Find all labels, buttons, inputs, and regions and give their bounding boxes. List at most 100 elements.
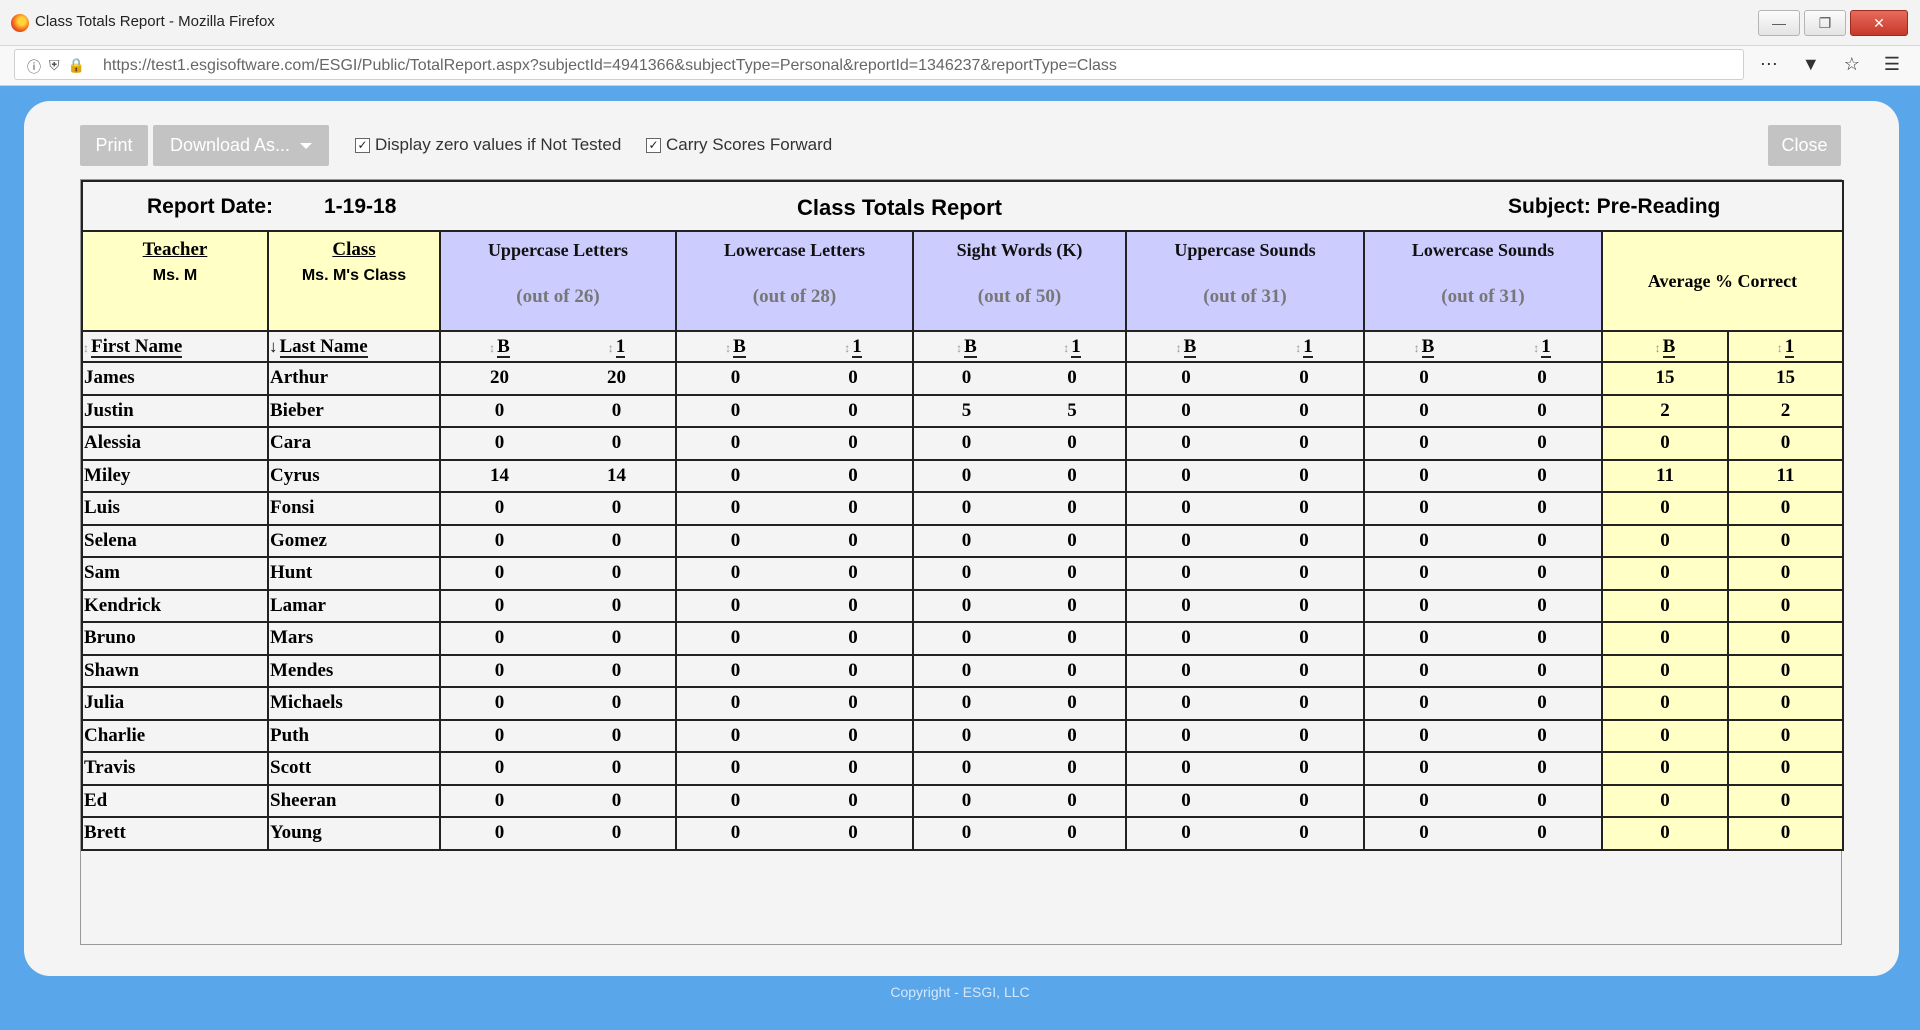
test-header-0: Uppercase Letters (out of 26): [439, 230, 677, 332]
carry-forward-checkbox[interactable]: ✓ Carry Scores Forward: [646, 135, 832, 155]
download-as-button[interactable]: Download As...: [153, 125, 329, 166]
score-cell: 0: [1363, 491, 1483, 526]
bookmark-star-icon[interactable]: ☆: [1844, 54, 1860, 75]
col-b-header[interactable]: ↕ B: [912, 330, 1019, 363]
col-1-label[interactable]: 1: [615, 337, 626, 358]
score-cell: 0: [1245, 751, 1365, 786]
col-b-header[interactable]: ↕ B: [1363, 330, 1483, 363]
score-cell: 0: [1483, 783, 1603, 818]
last-name-cell: Michaels: [267, 686, 441, 721]
lock-icon[interactable]: 🔒: [68, 57, 85, 77]
zero-values-label: Display zero values if Not Tested: [375, 135, 622, 154]
checkbox-checked-icon[interactable]: ✓: [355, 137, 370, 153]
print-button[interactable]: Print: [80, 125, 148, 166]
score-cell: 14: [558, 458, 677, 493]
avg-col-b-header[interactable]: ↕ B: [1601, 330, 1729, 363]
score-cell: 0: [1125, 816, 1245, 851]
download-label: Download As...: [169, 135, 291, 155]
report-date: 1-19-18: [324, 195, 397, 218]
first-name-cell: Kendrick: [81, 588, 269, 623]
table-row: Bruno Mars 0 0 0 0 0 0 0 0 0 0 0 0: [81, 621, 1845, 656]
last-name-label[interactable]: Last Name: [279, 337, 368, 358]
teacher-label[interactable]: Teacher: [83, 239, 267, 261]
checkbox-checked-icon[interactable]: ✓: [646, 137, 661, 153]
close-button[interactable]: Close: [1768, 125, 1841, 166]
score-cell: 0: [675, 426, 794, 461]
score-cell: 0: [794, 751, 914, 786]
col-1-label[interactable]: 1: [1071, 337, 1081, 358]
col-b-header[interactable]: ↕ B: [675, 330, 794, 363]
test-out-of: (out of 31): [1441, 286, 1525, 307]
score-cell: 0: [1483, 458, 1603, 493]
average-cell: 0: [1726, 426, 1845, 461]
score-cell: 0: [1125, 426, 1245, 461]
last-name-cell: Young: [267, 816, 441, 851]
window-controls: — ❐ ✕: [1758, 10, 1908, 36]
shield-icon[interactable]: ⛨: [49, 57, 60, 77]
score-cell: 0: [1019, 361, 1127, 396]
col-1-header[interactable]: ↕ 1: [558, 330, 677, 363]
pocket-icon[interactable]: ▼: [1802, 54, 1820, 75]
url-bar[interactable]: ⓘ ⛨ 🔒 https://test1.esgisoftware.com/ESG…: [14, 49, 1744, 80]
score-cell: 0: [794, 718, 914, 753]
col-b-header[interactable]: ↕ B: [1125, 330, 1245, 363]
score-cell: 0: [675, 686, 794, 721]
col-b-label[interactable]: B: [1183, 337, 1197, 358]
zero-values-checkbox[interactable]: ✓ Display zero values if Not Tested: [355, 135, 621, 155]
average-cell: 2: [1601, 393, 1729, 428]
col-1-label[interactable]: 1: [1303, 337, 1313, 358]
info-icon[interactable]: ⓘ: [27, 57, 41, 77]
teacher-name: Ms. M: [152, 267, 198, 284]
score-cell: 0: [1125, 621, 1245, 656]
score-cell: 0: [439, 751, 558, 786]
test-header-4: Lowercase Sounds (out of 31): [1363, 230, 1603, 332]
score-cell: 0: [1019, 653, 1127, 688]
col-1-label[interactable]: 1: [1541, 337, 1551, 358]
first-name-label[interactable]: First Name: [91, 337, 183, 358]
col-1-header[interactable]: ↕ 1: [1245, 330, 1365, 363]
average-cell: 0: [1726, 751, 1845, 786]
class-label[interactable]: Class: [269, 239, 439, 261]
score-cell: 0: [558, 686, 677, 721]
minimize-icon[interactable]: —: [1758, 10, 1800, 36]
maximize-icon[interactable]: ❐: [1804, 10, 1846, 36]
table-row: Ed Sheeran 0 0 0 0 0 0 0 0 0 0 0 0: [81, 783, 1845, 818]
col-b-label[interactable]: B: [733, 337, 746, 358]
col-1-header[interactable]: ↕ 1: [1019, 330, 1127, 363]
col-1-label[interactable]: 1: [852, 337, 862, 358]
score-cell: 0: [1019, 458, 1127, 493]
more-icon[interactable]: ⋯: [1760, 54, 1778, 75]
first-name-cell: Alessia: [81, 426, 269, 461]
score-cell: 0: [794, 361, 914, 396]
first-name-cell: Julia: [81, 686, 269, 721]
table-row: Sam Hunt 0 0 0 0 0 0 0 0 0 0 0 0: [81, 556, 1845, 591]
close-window-icon[interactable]: ✕: [1850, 10, 1908, 36]
url-icons: ⓘ ⛨ 🔒: [27, 57, 85, 77]
test-name: Lowercase Sounds: [1411, 240, 1555, 260]
col-1-label[interactable]: 1: [1784, 337, 1795, 358]
first-name-header[interactable]: ↕ First Name: [81, 330, 269, 363]
url-text[interactable]: https://test1.esgisoftware.com/ESGI/Publ…: [103, 57, 1117, 75]
col-b-header[interactable]: ↕ B: [439, 330, 558, 363]
avg-col-1-header[interactable]: ↕ 1: [1726, 330, 1845, 363]
col-b-label[interactable]: B: [497, 337, 510, 358]
score-cell: 0: [794, 523, 914, 558]
report-title-row: Report Date: 1-19-18 Class Totals Report…: [80, 180, 1845, 232]
class-header: Class Ms. M's Class: [267, 230, 441, 332]
menu-icon[interactable]: ☰: [1884, 54, 1900, 75]
sort-down-icon: ↓: [269, 336, 278, 356]
score-cell: 20: [439, 361, 558, 396]
score-cell: 0: [675, 556, 794, 591]
report-date-label: Report Date:: [147, 195, 274, 218]
score-cell: 0: [1483, 491, 1603, 526]
col-b-label[interactable]: B: [964, 337, 977, 358]
score-cell: 0: [1245, 718, 1365, 753]
col-b-label[interactable]: B: [1662, 337, 1676, 358]
score-cell: 0: [558, 426, 677, 461]
col-1-header[interactable]: ↕ 1: [794, 330, 914, 363]
score-cell: 0: [1019, 686, 1127, 721]
col-1-header[interactable]: ↕ 1: [1483, 330, 1603, 363]
col-b-label[interactable]: B: [1421, 337, 1435, 358]
score-cell: 0: [1483, 816, 1603, 851]
last-name-header[interactable]: ↓ Last Name: [267, 330, 441, 363]
